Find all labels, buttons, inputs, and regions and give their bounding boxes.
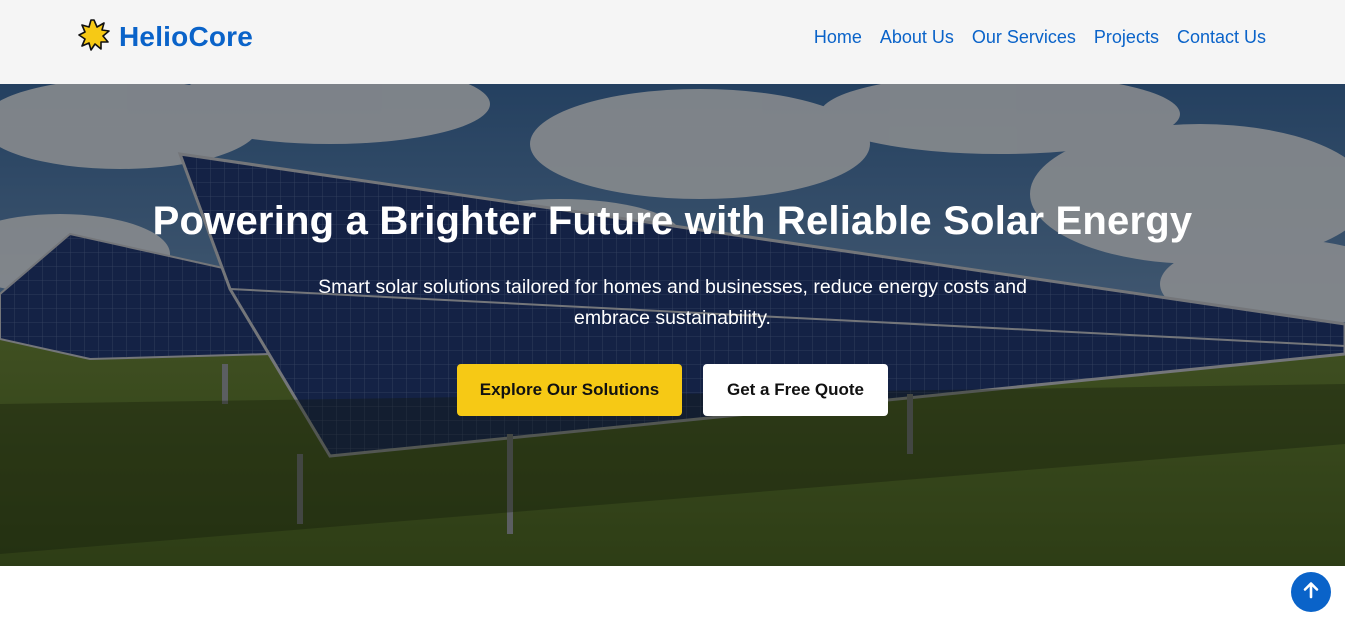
hero-content: Powering a Brighter Future with Reliable…: [0, 84, 1345, 566]
hero-title: Powering a Brighter Future with Reliable…: [152, 199, 1193, 243]
nav-home[interactable]: Home: [814, 27, 862, 48]
nav-about-us[interactable]: About Us: [880, 27, 954, 48]
site-header: HelioCore Home About Us Our Services Pro…: [0, 0, 1345, 84]
brand-name: HelioCore: [119, 21, 254, 52]
main-nav: Home About Us Our Services Projects Cont…: [814, 26, 1266, 48]
hero-cta-group: Explore Our Solutions Get a Free Quote: [0, 364, 1345, 416]
arrow-up-icon: [1301, 580, 1321, 605]
nav-our-services[interactable]: Our Services: [972, 27, 1076, 48]
hero-subtitle: Smart solar solutions tailored for homes…: [318, 276, 1027, 329]
explore-solutions-button[interactable]: Explore Our Solutions: [457, 364, 682, 416]
scroll-to-top-button[interactable]: [1291, 572, 1331, 612]
free-quote-button[interactable]: Get a Free Quote: [703, 364, 888, 416]
sun-icon: [78, 18, 110, 56]
brand-logo-link[interactable]: HelioCore: [78, 18, 254, 56]
page: HelioCore Home About Us Our Services Pro…: [0, 0, 1345, 621]
nav-contact-us[interactable]: Contact Us: [1177, 27, 1266, 48]
hero-section: Powering a Brighter Future with Reliable…: [0, 84, 1345, 566]
nav-projects[interactable]: Projects: [1094, 27, 1159, 48]
